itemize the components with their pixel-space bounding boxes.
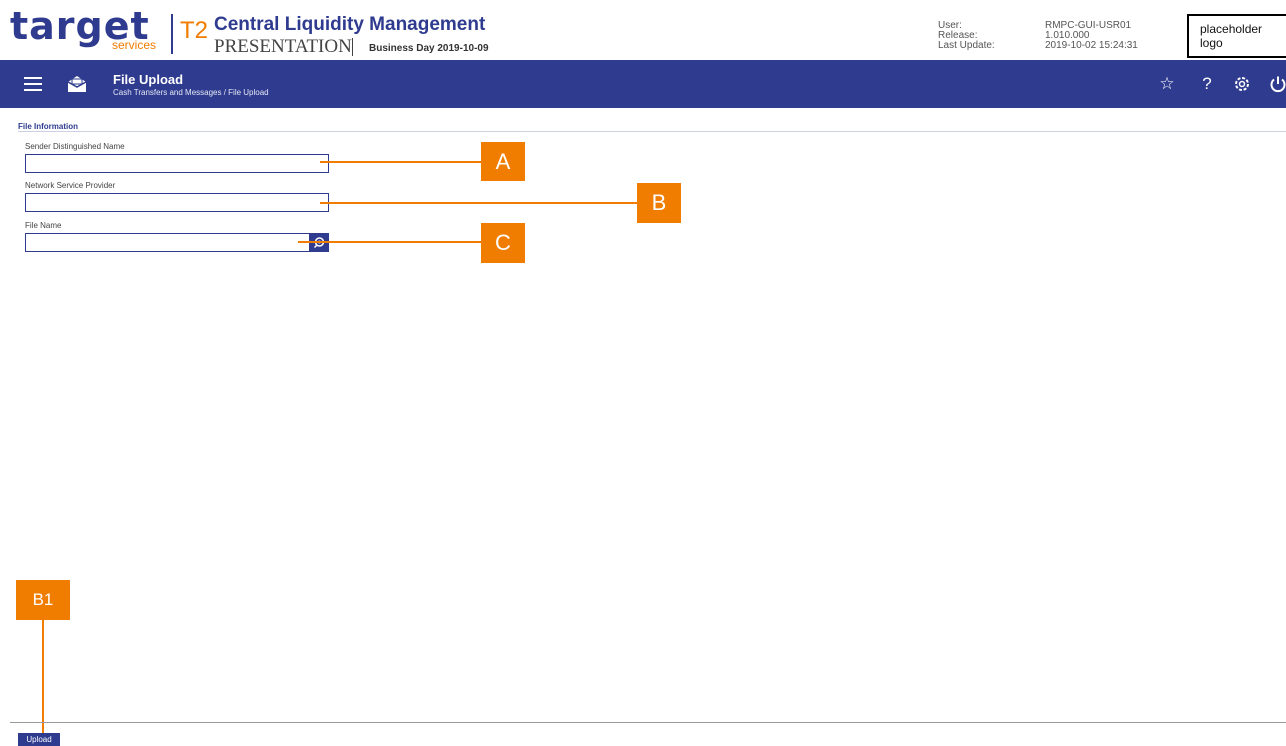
breadcrumb[interactable]: Cash Transfers and Messages / File Uploa… [113,88,269,97]
settings-icon[interactable] [1232,74,1252,94]
top-header: target services T2 Central Liquidity Man… [0,0,1286,60]
placeholder-logo: placeholder logo [1187,14,1286,58]
mail-icon [66,74,88,99]
file-name-input[interactable] [25,233,329,252]
callout-c: C [481,223,525,263]
t2-label: T2 [180,17,209,44]
app-title: Central Liquidity Management [214,14,486,35]
network-service-provider-label: Network Service Provider [25,181,116,190]
upload-button[interactable]: Upload [18,733,60,746]
sender-dn-input[interactable] [25,154,329,173]
environment-name: PRESENTATION [214,36,352,57]
file-name-label: File Name [25,221,62,230]
callout-b: B [637,183,681,223]
footer-divider [10,722,1286,723]
callout-b1: B1 [16,580,70,620]
logo-divider [171,14,173,54]
nav-bar: File Upload Cash Transfers and Messages … [0,60,1286,108]
callout-a-line [320,161,482,163]
power-icon[interactable] [1268,74,1286,94]
callout-b-line [320,202,638,204]
sender-dn-label: Sender Distinguished Name [25,142,125,151]
last-update-label: Last Update: [938,40,995,51]
star-icon[interactable]: ☆ [1157,74,1177,94]
last-update-value: 2019-10-02 15:24:31 [1045,40,1138,51]
environment-separator [352,38,353,56]
network-service-provider-input[interactable] [25,193,329,212]
help-icon[interactable]: ? [1197,74,1217,94]
session-info-labels: User: Release: Last Update: [938,21,995,51]
callout-c-line [298,241,482,243]
section-divider [18,131,1286,132]
callout-b1-line [42,620,44,736]
section-title-file-information: File Information [18,122,78,131]
target-logo-services: services [112,38,157,52]
page-title: File Upload [113,72,184,87]
session-info-values: RMPC-GUI-USR01 1.010.000 2019-10-02 15:2… [1045,21,1138,51]
callout-a: A [481,142,525,181]
menu-icon[interactable] [24,77,42,91]
business-day: Business Day 2019-10-09 [369,43,489,54]
